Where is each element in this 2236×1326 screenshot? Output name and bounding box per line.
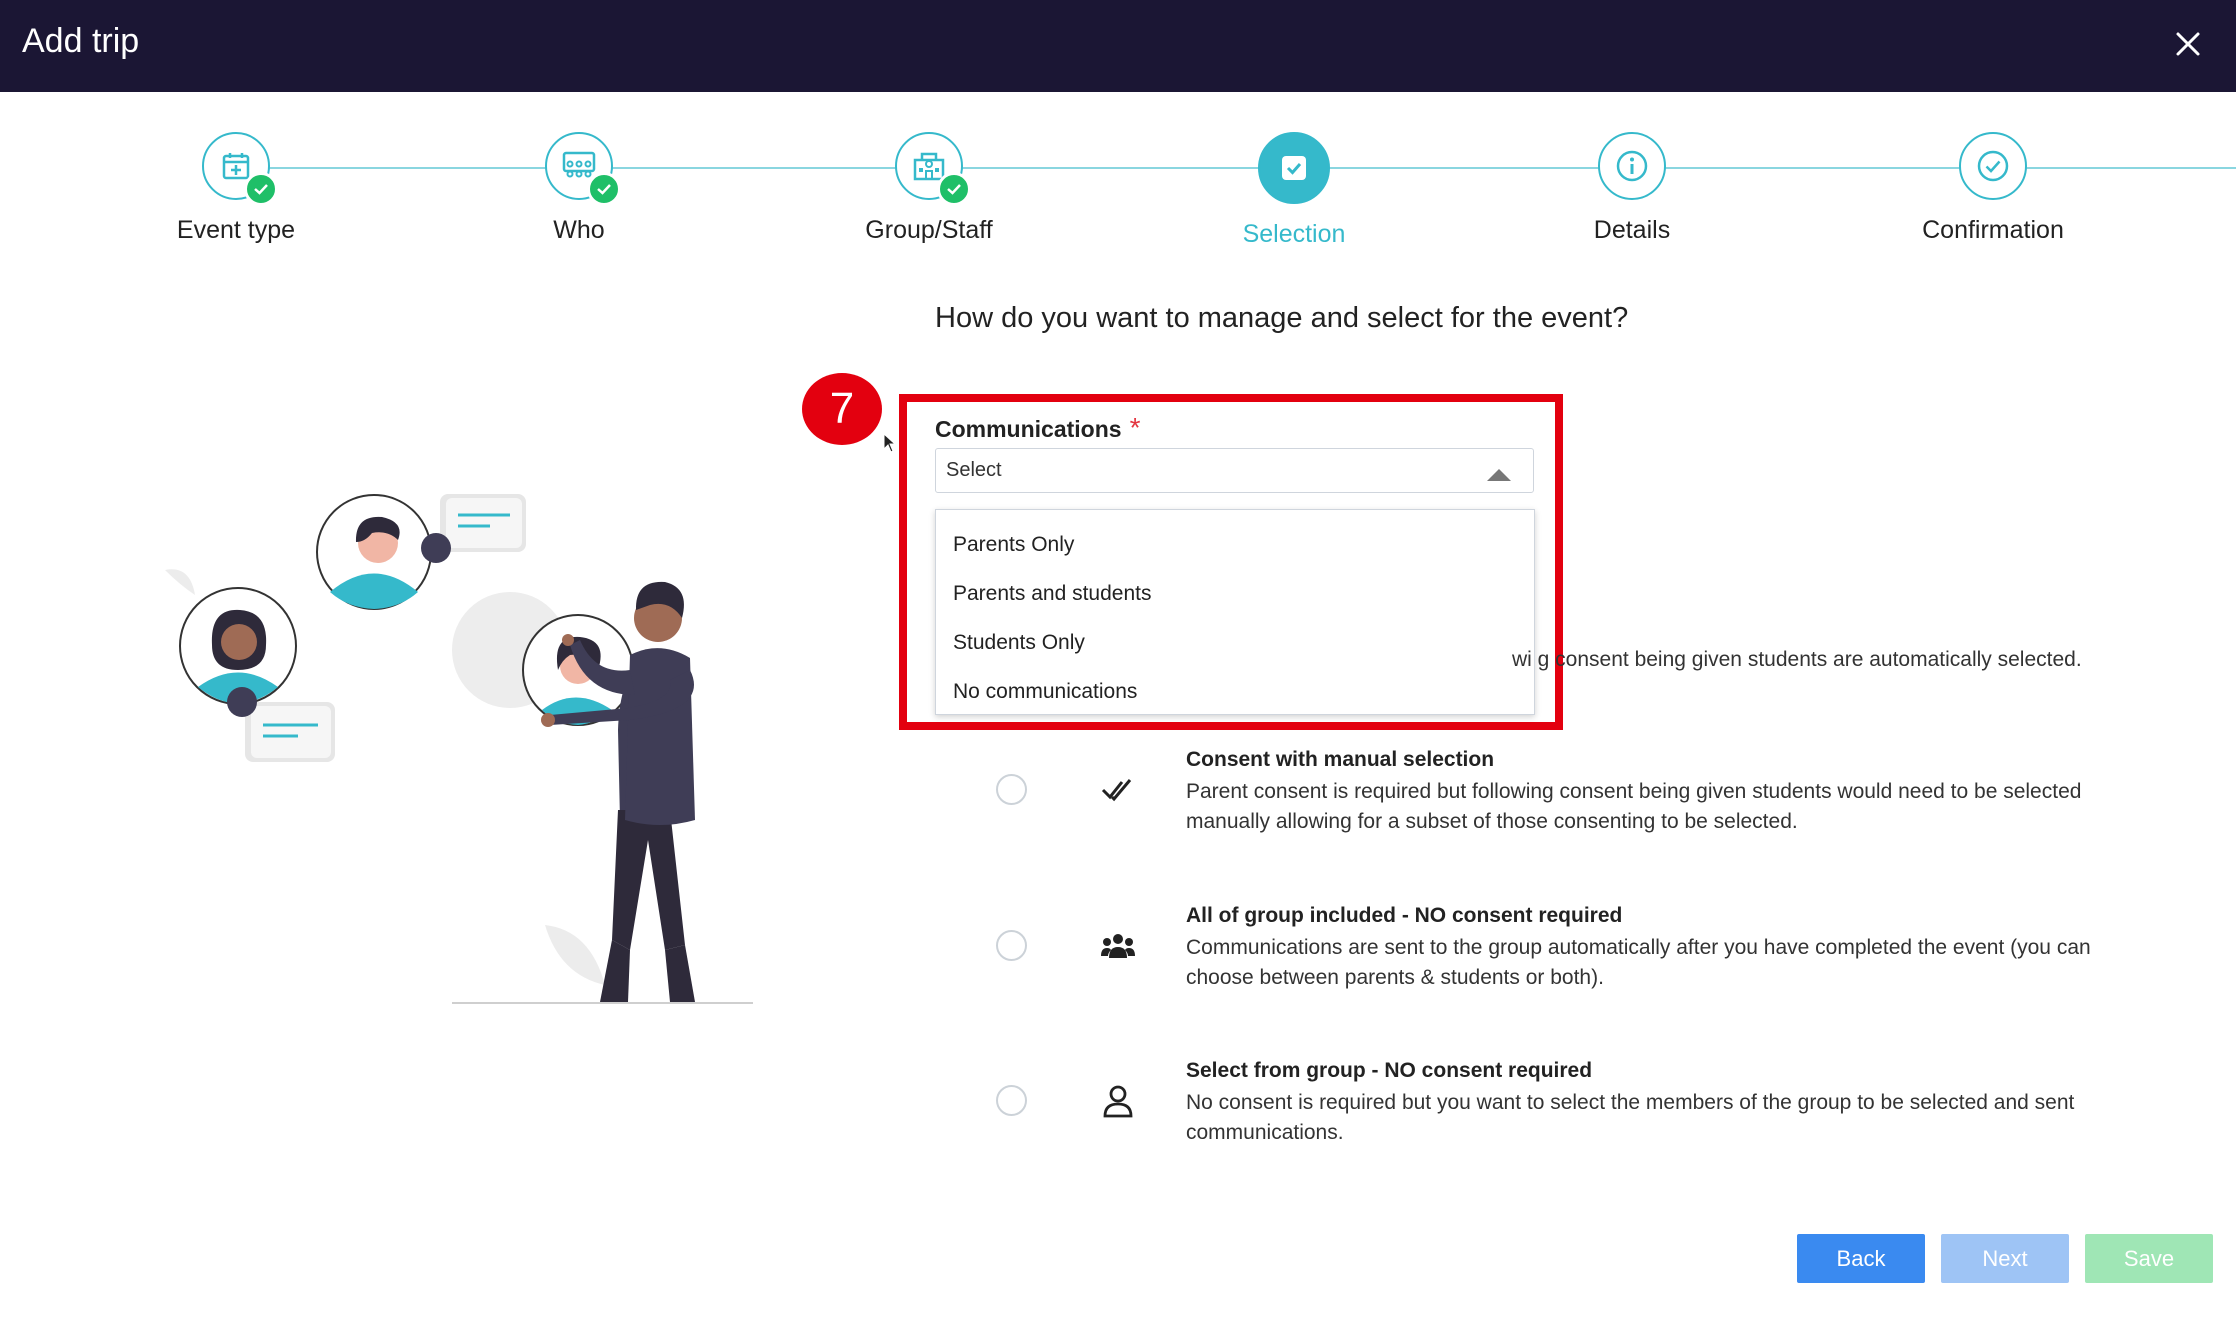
save-button[interactable]: Save xyxy=(2085,1234,2213,1283)
step-confirmation[interactable]: Confirmation xyxy=(1843,132,2143,245)
person-icon xyxy=(1103,1085,1133,1118)
step-who[interactable]: Who xyxy=(429,132,729,245)
completed-check-icon xyxy=(587,172,621,206)
wizard-stepper: Event type Who Group/Staff Selection Det… xyxy=(0,92,2236,282)
consent-option-select-from-group[interactable]: Select from group - NO consent required … xyxy=(990,1059,2170,1149)
communications-label: Communications * xyxy=(935,412,1141,443)
step-label: Event type xyxy=(176,216,296,244)
step-circle xyxy=(1598,132,1666,200)
step-annotation-badge: 7 xyxy=(802,373,882,445)
page-question: How do you want to manage and select for… xyxy=(935,302,1629,334)
step-details[interactable]: Details xyxy=(1482,132,1782,245)
step-circle xyxy=(1959,132,2027,200)
option-title: Consent with manual selection xyxy=(1186,748,1495,771)
close-icon[interactable] xyxy=(2170,26,2206,62)
radio-all-group[interactable] xyxy=(996,930,1027,961)
option-title: All of group included - NO consent requi… xyxy=(1186,904,1623,927)
option-description: No consent is required but you want to s… xyxy=(1186,1091,2075,1144)
consent-option-manual-selection[interactable]: Consent with manual selection Parent con… xyxy=(990,748,2170,838)
back-button[interactable]: Back xyxy=(1797,1234,1925,1283)
step-selection[interactable]: Selection xyxy=(1144,132,1444,249)
step-circle xyxy=(895,132,971,206)
radio-select-from-group[interactable] xyxy=(996,1085,1027,1116)
option-description: Communications are sent to the group aut… xyxy=(1186,936,2091,989)
double-check-icon xyxy=(1101,779,1132,802)
next-button[interactable]: Next xyxy=(1941,1234,2069,1283)
modal-header: Add trip xyxy=(0,0,2236,92)
chevron-up-icon xyxy=(1487,469,1511,481)
completed-check-icon xyxy=(244,172,278,206)
step-circle xyxy=(545,132,621,206)
step-circle xyxy=(1258,132,1330,204)
step-circle xyxy=(202,132,278,206)
modal-title: Add trip xyxy=(22,22,140,60)
people-illustration xyxy=(165,494,753,1004)
communications-select[interactable]: Select xyxy=(935,448,1534,493)
option-parents-and-students[interactable]: Parents and students xyxy=(936,569,1534,618)
consent-option-all-group[interactable]: All of group included - NO consent requi… xyxy=(990,904,2170,994)
people-group-icon xyxy=(1101,934,1135,958)
option-title: Select from group - NO consent required xyxy=(1186,1059,1593,1082)
step-label: Details xyxy=(1593,216,1671,244)
option-parents-only[interactable]: Parents Only xyxy=(936,520,1534,569)
step-label: Group/Staff xyxy=(865,216,993,244)
step-event-type[interactable]: Event type xyxy=(86,132,386,245)
step-group-staff[interactable]: Group/Staff xyxy=(779,132,1079,245)
step-label: Selection xyxy=(1242,220,1346,248)
check-circle-icon xyxy=(1977,150,2009,182)
step-label: Who xyxy=(553,216,605,244)
option-no-communications[interactable]: No communications xyxy=(936,667,1534,716)
option-students-only[interactable]: Students Only xyxy=(936,618,1534,667)
radio-manual-selection[interactable] xyxy=(996,774,1027,805)
select-value: Select xyxy=(946,459,1002,481)
mouse-cursor-icon xyxy=(883,432,897,453)
required-marker: * xyxy=(1129,412,1141,443)
step-label: Confirmation xyxy=(1922,216,2064,244)
info-icon xyxy=(1616,150,1648,182)
communications-dropdown: Parents Only Parents and students Studen… xyxy=(935,509,1535,715)
option-description: Parent consent is required but following… xyxy=(1186,780,2082,833)
completed-check-icon xyxy=(937,172,971,206)
checkbox-icon xyxy=(1282,156,1306,180)
partially-hidden-description: wi g consent being given students are au… xyxy=(1512,648,2082,671)
